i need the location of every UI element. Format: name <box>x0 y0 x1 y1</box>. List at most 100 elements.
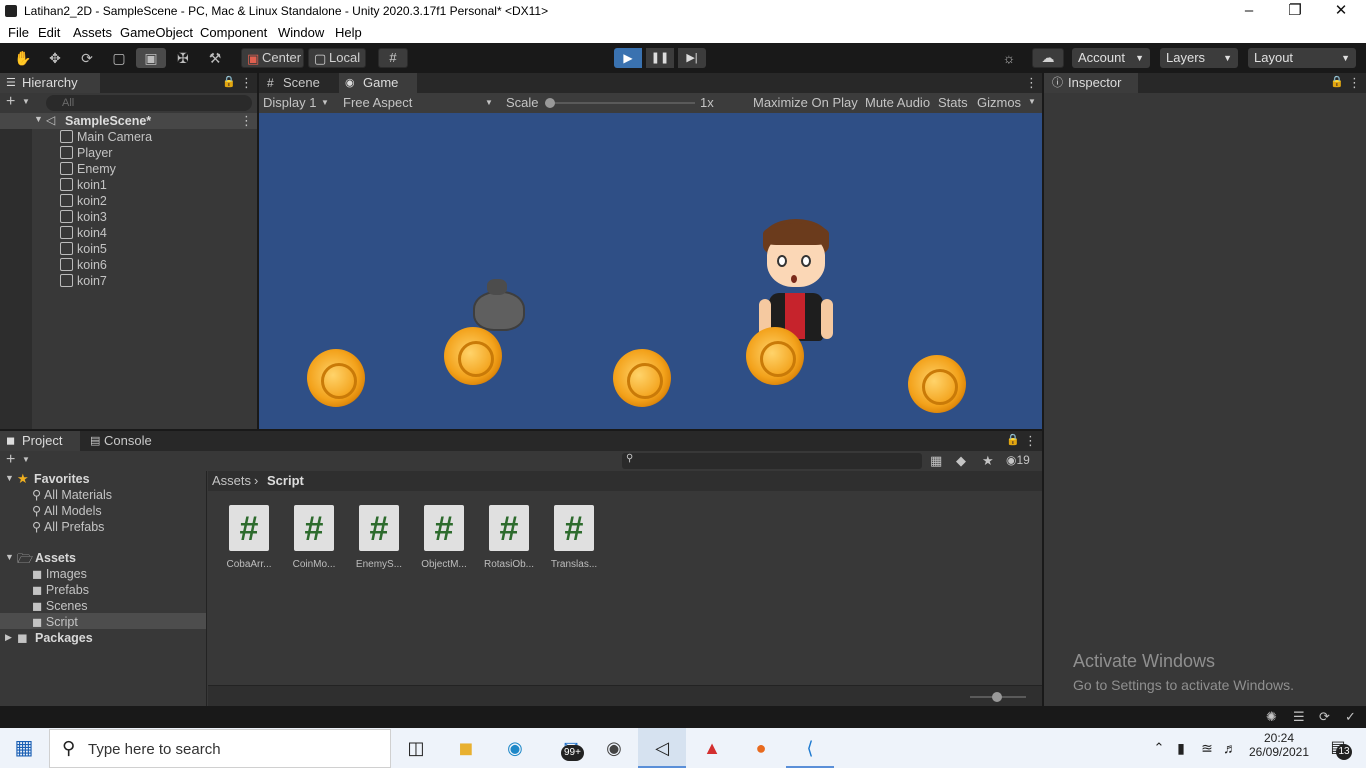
favorite-all-materials[interactable]: ⚲ All Materials <box>32 487 112 503</box>
scale-slider-thumb[interactable] <box>545 98 555 108</box>
label-icon[interactable]: ◆ <box>956 453 966 469</box>
transform-tool-icon[interactable]: ✠ <box>168 48 198 68</box>
hierarchy-item-koin2[interactable]: koin2 <box>60 193 107 209</box>
stats-toggle[interactable]: Stats <box>938 95 968 110</box>
more-icon[interactable]: ⋮ <box>240 75 253 91</box>
lock-icon[interactable]: 🔒 <box>222 75 236 88</box>
auto-refresh-icon[interactable]: ⟳ <box>1319 709 1330 725</box>
expand-icon[interactable]: ▶ <box>5 632 12 643</box>
favorites-label[interactable]: Favorites <box>34 471 90 487</box>
icon-size-slider[interactable] <box>970 692 1026 702</box>
folder-images[interactable]: ◼ Images <box>32 566 87 582</box>
menu-gameobject[interactable]: GameObject <box>120 25 193 40</box>
script-asset[interactable]: # ObjectM... <box>411 505 477 570</box>
gizmos-toggle[interactable]: Gizmos <box>977 95 1021 110</box>
check-icon[interactable]: ✓ <box>1345 709 1356 725</box>
scene-row[interactable]: ▼ ◁ SampleScene* ⋮ <box>0 113 257 129</box>
layout-dropdown[interactable]: Layout ▼ <box>1248 48 1356 68</box>
lock-icon[interactable]: 🔒 <box>1006 433 1020 446</box>
tab-inspector[interactable]: ⓘ Inspector <box>1044 73 1138 93</box>
add-icon[interactable]: + <box>6 451 15 469</box>
stack-icon[interactable]: ☰ <box>1293 709 1305 725</box>
menu-assets[interactable]: Assets <box>73 25 112 40</box>
hidden-packages-button[interactable]: ◉19 <box>1006 453 1030 467</box>
expand-icon[interactable]: ▼ <box>5 473 14 483</box>
favorite-all-prefabs[interactable]: ⚲ All Prefabs <box>32 519 104 535</box>
layers-dropdown[interactable]: Layers ▼ <box>1160 48 1238 68</box>
script-asset[interactable]: # EnemyS... <box>346 505 412 570</box>
menu-window[interactable]: Window <box>278 25 324 40</box>
file-explorer-icon[interactable]: ◼ <box>442 728 490 768</box>
project-search-input[interactable]: ⚲ <box>622 453 922 469</box>
wifi-icon[interactable]: ≊ <box>1196 728 1218 768</box>
volume-icon[interactable]: ♬ <box>1218 728 1242 768</box>
game-view[interactable] <box>259 113 1042 429</box>
breadcrumb-assets[interactable]: Assets <box>212 473 251 488</box>
folder-prefabs[interactable]: ◼ Prefabs <box>32 582 89 598</box>
hierarchy-item-enemy[interactable]: Enemy <box>60 161 116 177</box>
more-icon[interactable]: ⋮ <box>1348 75 1361 91</box>
expand-icon[interactable]: ▼ <box>5 552 14 562</box>
pivot-local-button[interactable]: ▢ Local <box>308 48 366 68</box>
lock-icon[interactable]: 🔒 <box>1330 75 1344 88</box>
rect-tool-icon[interactable]: ▣ <box>136 48 166 68</box>
tab-project[interactable]: ◼ Project <box>0 431 80 451</box>
icon-size-slider-thumb[interactable] <box>992 692 1002 702</box>
chevron-down-icon[interactable]: ▼ <box>22 455 30 464</box>
hierarchy-item-koin7[interactable]: koin7 <box>60 273 107 289</box>
debug-icon[interactable]: ✺ <box>1266 709 1277 725</box>
hierarchy-item-player[interactable]: Player <box>60 145 112 161</box>
move-tool-icon[interactable]: ✥ <box>40 48 70 68</box>
hierarchy-item-main-camera[interactable]: Main Camera <box>60 129 152 145</box>
mail-icon[interactable]: ✉99+ <box>547 728 595 768</box>
chevron-down-icon[interactable]: ▼ <box>1028 97 1036 106</box>
display-dropdown[interactable]: Display 1 ▼ <box>259 93 337 113</box>
hierarchy-item-koin5[interactable]: koin5 <box>60 241 107 257</box>
hierarchy-item-koin6[interactable]: koin6 <box>60 257 107 273</box>
menu-component[interactable]: Component <box>200 25 267 40</box>
script-asset[interactable]: # CoinMo... <box>281 505 347 570</box>
taskbar-search-input[interactable]: ⚲ Type here to search <box>49 729 391 768</box>
filter-type-icon[interactable]: ▦ <box>930 453 942 469</box>
assets-folder[interactable]: Assets <box>35 550 76 566</box>
folder-script[interactable]: ◼ Script <box>32 614 78 630</box>
menu-file[interactable]: File <box>8 25 29 40</box>
more-icon[interactable]: ⋮ <box>1025 75 1038 91</box>
firefox-icon[interactable]: ● <box>737 728 785 768</box>
hierarchy-item-koin1[interactable]: koin1 <box>60 177 107 193</box>
windows-start-icon[interactable]: ▦ <box>0 728 48 768</box>
star-icon[interactable]: ★ <box>982 453 994 469</box>
folder-scenes[interactable]: ◼ Scenes <box>32 598 88 614</box>
packages-folder[interactable]: Packages <box>35 630 93 646</box>
custom-tool-icon[interactable]: ⚒ <box>200 48 230 68</box>
folder-script-selected[interactable] <box>0 613 206 629</box>
acrobat-icon[interactable]: ▲ <box>688 728 736 768</box>
notification-icon[interactable]: ▤13 <box>1316 728 1360 768</box>
account-dropdown[interactable]: Account ▼ <box>1072 48 1150 68</box>
step-button[interactable]: ▶| <box>678 48 706 68</box>
restore-icon[interactable]: ❐ <box>1272 0 1318 23</box>
grid-snap-button[interactable]: # <box>378 48 408 68</box>
hand-tool-icon[interactable]: ✋ <box>8 48 38 68</box>
chevron-down-icon[interactable]: ▼ <box>22 97 30 106</box>
hierarchy-search-input[interactable]: All <box>46 95 252 111</box>
more-icon[interactable]: ⋮ <box>240 113 253 129</box>
script-asset[interactable]: # Translas... <box>541 505 607 570</box>
edge-icon[interactable]: ◉ <box>491 728 539 768</box>
more-icon[interactable]: ⋮ <box>1024 433 1037 449</box>
tab-console[interactable]: ▤ Console <box>84 431 164 451</box>
tab-hierarchy[interactable]: ☰ Hierarchy <box>0 73 100 93</box>
rotate-tool-icon[interactable]: ⟳ <box>72 48 102 68</box>
pivot-center-button[interactable]: ▣ Center <box>241 48 304 68</box>
menu-help[interactable]: Help <box>335 25 362 40</box>
script-asset[interactable]: # CobaArr... <box>216 505 282 570</box>
close-icon[interactable]: ✕ <box>1318 0 1364 23</box>
vscode-icon[interactable]: ⟨ <box>786 728 834 768</box>
script-asset[interactable]: # RotasiOb... <box>476 505 542 570</box>
add-icon[interactable]: + <box>6 93 15 111</box>
tab-scene[interactable]: # Scene <box>259 73 337 93</box>
task-view-icon[interactable]: ◫ <box>392 728 440 768</box>
scale-tool-icon[interactable]: ▢ <box>104 48 134 68</box>
battery-icon[interactable]: ▮ <box>1170 728 1192 768</box>
camera-icon[interactable]: ◉ <box>590 728 638 768</box>
